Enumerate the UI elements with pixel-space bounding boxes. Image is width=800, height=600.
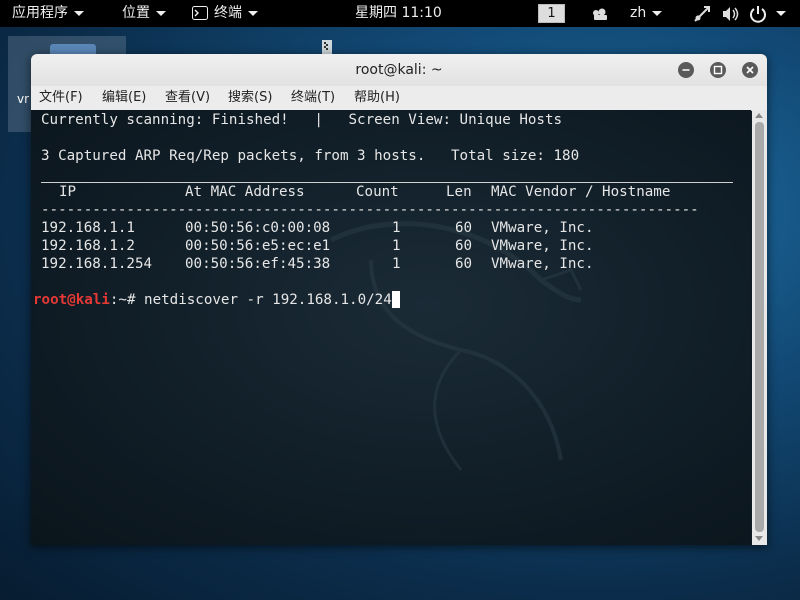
window-title: root@kali: ~ bbox=[355, 62, 443, 78]
applications-label: 应用程序 bbox=[12, 5, 68, 21]
scroll-down-arrow-icon[interactable] bbox=[755, 536, 763, 541]
power-icon[interactable] bbox=[748, 4, 768, 24]
desktop-icon-label: vr bbox=[17, 92, 30, 106]
close-button[interactable] bbox=[742, 62, 758, 78]
top-panel: 应用程序 位置 终端 星期四 11:10 1 zh bbox=[0, 0, 800, 27]
applications-menu[interactable]: 应用程序 bbox=[12, 0, 84, 27]
chevron-down-icon bbox=[248, 10, 258, 16]
terminal-icon bbox=[192, 6, 208, 20]
chevron-down-icon[interactable] bbox=[776, 11, 786, 16]
close-icon bbox=[746, 66, 754, 74]
row-mac: 00:50:56:c0:00:08 bbox=[185, 220, 331, 236]
maximize-icon bbox=[713, 65, 723, 75]
chevron-down-icon bbox=[74, 10, 84, 16]
terminal-window: root@kali: ~ 文件(F) 编辑(E) 查看(V) 搜索(S) 终端(… bbox=[31, 54, 767, 545]
terminal-app-label: 终端 bbox=[214, 5, 242, 21]
volume-icon[interactable] bbox=[720, 4, 740, 24]
workspace-indicator[interactable]: 1 bbox=[538, 4, 565, 23]
minimize-button[interactable] bbox=[678, 62, 694, 78]
chevron-down-icon bbox=[652, 10, 663, 16]
row-len: 60 bbox=[455, 256, 473, 272]
menu-bar: 文件(F) 编辑(E) 查看(V) 搜索(S) 终端(T) 帮助(H) bbox=[31, 86, 767, 111]
terminal-app-menu[interactable]: 终端 bbox=[192, 0, 258, 27]
row-vendor: VMware, Inc. bbox=[491, 256, 594, 272]
column-header-count: Count bbox=[356, 184, 399, 200]
menu-terminal[interactable]: 终端(T) bbox=[291, 86, 335, 110]
menu-search[interactable]: 搜索(S) bbox=[228, 86, 272, 110]
prompt-user: root@kali bbox=[33, 292, 110, 308]
input-language-menu[interactable]: zh bbox=[630, 0, 663, 27]
text-cursor bbox=[391, 291, 400, 308]
maximize-button[interactable] bbox=[710, 62, 726, 78]
menu-file[interactable]: 文件(F) bbox=[39, 86, 83, 110]
row-ip: 192.168.1.2 bbox=[41, 238, 135, 254]
row-len: 60 bbox=[455, 238, 473, 254]
row-count: 1 bbox=[392, 238, 401, 254]
shell-prompt-line: root@kali:~# netdiscover -r 192.168.1.0/… bbox=[33, 291, 400, 309]
row-count: 1 bbox=[392, 220, 401, 236]
column-header-mac: At MAC Address bbox=[185, 184, 305, 200]
row-len: 60 bbox=[455, 220, 473, 236]
column-header-vendor: MAC Vendor / Hostname bbox=[491, 184, 671, 200]
menu-view[interactable]: 查看(V) bbox=[165, 86, 210, 110]
column-header-ip: IP bbox=[59, 184, 77, 200]
row-mac: 00:50:56:e5:ec:e1 bbox=[185, 238, 331, 254]
row-count: 1 bbox=[392, 256, 401, 272]
places-menu[interactable]: 位置 bbox=[122, 0, 166, 27]
camera-icon[interactable] bbox=[590, 4, 610, 24]
places-label: 位置 bbox=[122, 5, 150, 21]
row-vendor: VMware, Inc. bbox=[491, 220, 594, 236]
menu-help[interactable]: 帮助(H) bbox=[354, 86, 400, 110]
row-vendor: VMware, Inc. bbox=[491, 238, 594, 254]
minimize-icon bbox=[682, 69, 690, 71]
row-mac: 00:50:56:ef:45:38 bbox=[185, 256, 331, 272]
separator-line: ----------------------------------------… bbox=[41, 202, 699, 218]
network-wired-icon[interactable] bbox=[692, 4, 712, 24]
language-label: zh bbox=[630, 5, 647, 21]
summary-line: 3 Captured ARP Req/Rep packets, from 3 h… bbox=[41, 148, 580, 164]
prompt-path: :~# bbox=[109, 292, 145, 308]
clock[interactable]: 星期四 11:10 bbox=[355, 0, 442, 27]
vertical-scrollbar[interactable] bbox=[752, 110, 767, 545]
command-text: netdiscover -r 192.168.1.0/24 bbox=[144, 292, 392, 308]
chevron-down-icon bbox=[156, 10, 166, 16]
column-header-len: Len bbox=[446, 184, 472, 200]
scrollbar-thumb[interactable] bbox=[755, 122, 764, 532]
menu-edit[interactable]: 编辑(E) bbox=[102, 86, 146, 110]
row-ip: 192.168.1.254 bbox=[41, 256, 153, 272]
scroll-up-arrow-icon[interactable] bbox=[755, 113, 763, 118]
window-titlebar[interactable]: root@kali: ~ bbox=[31, 54, 767, 86]
terminal-output[interactable]: Currently scanning: Finished! | Screen V… bbox=[31, 110, 751, 545]
scan-status-line: Currently scanning: Finished! | Screen V… bbox=[41, 112, 563, 128]
row-ip: 192.168.1.1 bbox=[41, 220, 135, 236]
